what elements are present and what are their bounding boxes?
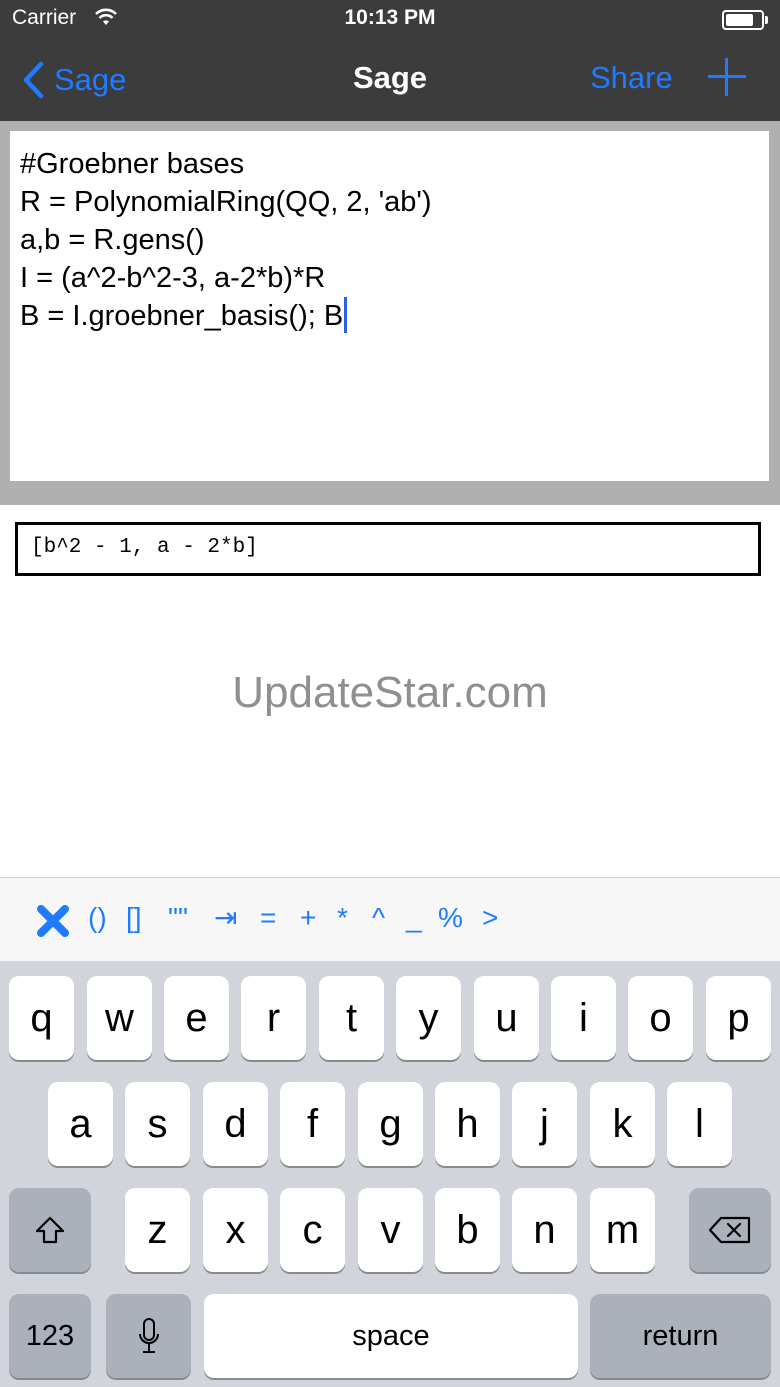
key-p[interactable]: p [706, 976, 771, 1060]
key-u[interactable]: u [474, 976, 539, 1060]
key-x[interactable]: x [203, 1188, 268, 1272]
key-v[interactable]: v [358, 1188, 423, 1272]
key-r[interactable]: r [241, 976, 306, 1060]
plus-icon[interactable] [708, 58, 746, 96]
accessory-key-quotes[interactable]: "" [168, 898, 188, 938]
accessory-key-percent[interactable]: % [438, 898, 463, 938]
key-m[interactable]: m [590, 1188, 655, 1272]
key-d[interactable]: d [203, 1082, 268, 1166]
key-y[interactable]: y [396, 976, 461, 1060]
key-k[interactable]: k [590, 1082, 655, 1166]
key-w[interactable]: w [87, 976, 152, 1060]
key-b[interactable]: b [435, 1188, 500, 1272]
delete-key[interactable] [689, 1188, 771, 1272]
watermark: UpdateStar.com [232, 668, 548, 717]
key-q[interactable]: q [9, 976, 74, 1060]
key-t[interactable]: t [319, 976, 384, 1060]
key-l[interactable]: l [667, 1082, 732, 1166]
navigation-header: Carrier 10:13 PM Sage Sage Share [0, 0, 780, 121]
key-a[interactable]: a [48, 1082, 113, 1166]
output-box: [b^2 - 1, a - 2*b] [15, 522, 761, 576]
accessory-key-brackets[interactable]: [] [126, 898, 142, 938]
code-editor[interactable]: #Groebner bases R = PolynomialRing(QQ, 2… [10, 131, 769, 481]
backspace-icon [708, 1216, 751, 1244]
numbers-key-label: 123 [25, 1319, 75, 1352]
key-i[interactable]: i [551, 976, 616, 1060]
key-s[interactable]: s [125, 1082, 190, 1166]
keyboard: q w e r t y u i o p a s d f g h j k l z … [0, 961, 780, 1387]
shift-icon [35, 1216, 65, 1244]
code-line: I = (a^2-b^2-3, a-2*b)*R [20, 262, 326, 294]
code-line: R = PolynomialRing(QQ, 2, 'ab') [20, 186, 432, 218]
accessory-key-parens[interactable]: () [88, 898, 107, 938]
key-e[interactable]: e [164, 976, 229, 1060]
key-z[interactable]: z [125, 1188, 190, 1272]
code-line: B = I.groebner_basis(); B [20, 300, 344, 332]
accessory-bar: () [] "" ⇥ = + * ^ _ % > [0, 877, 780, 962]
microphone-icon [138, 1318, 159, 1353]
accessory-key-equals[interactable]: = [260, 898, 276, 938]
key-j[interactable]: j [512, 1082, 577, 1166]
key-c[interactable]: c [280, 1188, 345, 1272]
code-line: #Groebner bases [20, 148, 245, 180]
accessory-key-greater[interactable]: > [482, 898, 498, 938]
accessory-key-asterisk[interactable]: * [337, 898, 348, 938]
key-o[interactable]: o [628, 976, 693, 1060]
key-n[interactable]: n [512, 1188, 577, 1272]
return-key-label: return [642, 1319, 719, 1352]
shift-key[interactable] [9, 1188, 91, 1272]
accessory-key-tab[interactable]: ⇥ [214, 898, 237, 938]
key-f[interactable]: f [280, 1082, 345, 1166]
accessory-key-caret[interactable]: ^ [372, 898, 385, 938]
key-g[interactable]: g [358, 1082, 423, 1166]
return-key[interactable]: return [590, 1294, 771, 1378]
editor-panel: #Groebner bases R = PolynomialRing(QQ, 2… [0, 121, 780, 505]
battery-icon [722, 10, 768, 30]
text-caret [344, 297, 348, 333]
close-x-icon[interactable] [36, 904, 70, 938]
code-line: a,b = R.gens() [20, 224, 205, 256]
accessory-key-underscore[interactable]: _ [406, 898, 422, 938]
status-time: 10:13 PM [344, 6, 436, 29]
numbers-key[interactable]: 123 [9, 1294, 91, 1378]
accessory-key-plus[interactable]: + [300, 898, 316, 938]
space-key[interactable]: space [204, 1294, 578, 1378]
microphone-key[interactable] [106, 1294, 191, 1378]
key-h[interactable]: h [435, 1082, 500, 1166]
share-button[interactable]: Share [590, 60, 673, 96]
battery-level [726, 14, 753, 26]
space-key-label: space [352, 1319, 430, 1352]
